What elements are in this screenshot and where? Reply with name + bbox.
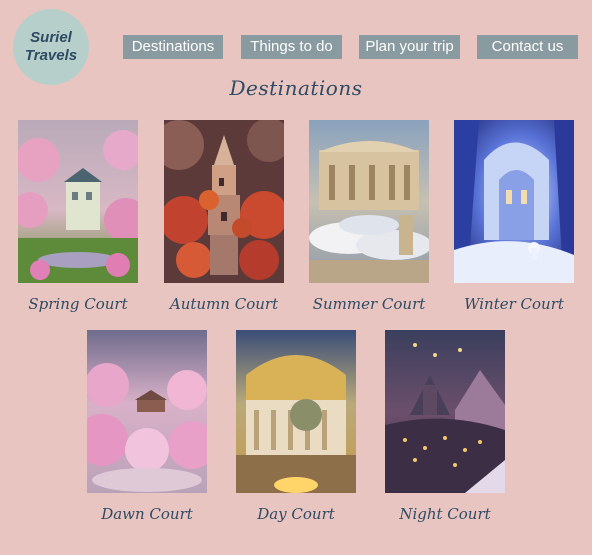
spring-court-image[interactable] <box>18 120 138 283</box>
destination-card-summer[interactable]: Summer Court <box>309 120 439 313</box>
destination-card-dawn[interactable]: Dawn Court <box>87 330 217 523</box>
destination-card-day[interactable]: Day Court <box>236 330 366 523</box>
nav-things-to-do[interactable]: Things to do <box>241 35 342 59</box>
site-logo[interactable]: Suriel Travels <box>13 9 89 85</box>
destination-caption: Dawn Court <box>101 505 193 523</box>
autumn-court-image[interactable] <box>164 120 284 283</box>
destination-caption: Night Court <box>399 505 491 523</box>
destination-card-autumn[interactable]: Autumn Court <box>164 120 294 313</box>
dawn-court-image[interactable] <box>87 330 207 493</box>
destination-card-winter[interactable]: Winter Court <box>454 120 584 313</box>
logo-line-2: Travels <box>24 47 78 64</box>
section-title: Destinations <box>229 76 363 100</box>
nav-contact-us[interactable]: Contact us <box>477 35 578 59</box>
destination-caption: Day Court <box>257 505 335 523</box>
destination-caption: Winter Court <box>464 295 564 313</box>
destination-card-night[interactable]: Night Court <box>385 330 515 523</box>
destination-caption: Autumn Court <box>169 295 279 313</box>
winter-court-image[interactable] <box>454 120 574 283</box>
logo-line-1: Suriel <box>30 29 72 46</box>
summer-court-image[interactable] <box>309 120 429 283</box>
nav-plan-your-trip[interactable]: Plan your trip <box>359 35 460 59</box>
night-court-image[interactable] <box>385 330 505 493</box>
destination-caption: Summer Court <box>312 295 426 313</box>
day-court-image[interactable] <box>236 330 356 493</box>
destination-card-spring[interactable]: Spring Court <box>18 120 148 313</box>
destination-caption: Spring Court <box>28 295 128 313</box>
nav-destinations[interactable]: Destinations <box>123 35 223 59</box>
